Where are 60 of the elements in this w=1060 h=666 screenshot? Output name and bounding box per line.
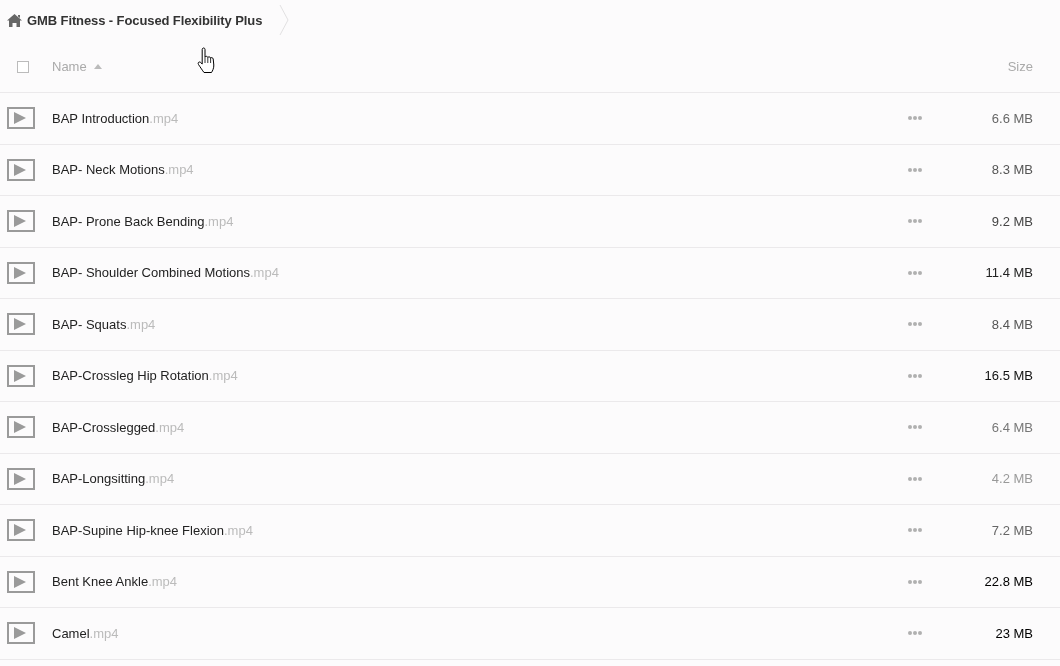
more-options-icon[interactable] <box>908 167 922 172</box>
file-extension: .mp4 <box>224 522 253 538</box>
file-size: 6.4 MB <box>990 419 1033 435</box>
home-icon[interactable] <box>7 13 22 27</box>
more-options-icon[interactable] <box>908 219 922 224</box>
video-play-icon <box>7 364 35 387</box>
file-name[interactable]: BAP Introduction <box>52 110 150 126</box>
file-name[interactable]: Camel <box>52 625 90 641</box>
video-play-icon <box>7 570 35 593</box>
file-size: 11.4 MB <box>984 265 1033 281</box>
video-play-icon <box>7 519 35 542</box>
file-size: 8.3 MB <box>990 162 1033 178</box>
video-play-icon <box>7 467 35 490</box>
more-options-icon[interactable] <box>908 579 922 584</box>
file-name[interactable]: BAP- Shoulder Combined Motions <box>52 265 250 281</box>
file-extension: .mp4 <box>204 213 234 229</box>
hand-cursor-icon <box>197 47 216 74</box>
file-name[interactable]: BAP-Crossleg Hip Rotation <box>52 368 209 384</box>
select-all-checkbox[interactable] <box>17 61 29 73</box>
more-options-icon[interactable] <box>908 425 922 430</box>
more-options-icon[interactable] <box>908 322 922 327</box>
more-options-icon[interactable] <box>908 528 922 533</box>
video-play-icon <box>7 261 35 284</box>
video-play-icon <box>7 622 35 645</box>
file-size: 4.2 MB <box>990 471 1033 487</box>
file-extension: .mp4 <box>164 162 194 178</box>
breadcrumb-chevron-icon <box>279 5 290 35</box>
file-name[interactable]: BAP- Prone Back Bending <box>52 213 205 229</box>
file-size: 7.2 MB <box>990 522 1033 538</box>
more-options-icon[interactable] <box>908 631 922 636</box>
video-play-icon <box>7 158 35 181</box>
file-extension: .mp4 <box>148 574 178 590</box>
file-name[interactable]: BAP-Longsitting <box>52 471 146 487</box>
video-play-icon <box>7 107 35 130</box>
file-size: 9.2 MB <box>990 213 1033 229</box>
file-extension: .mp4 <box>89 625 119 641</box>
file-name[interactable]: BAP-Crosslegged <box>52 419 156 435</box>
file-extension: .mp4 <box>155 419 185 435</box>
more-options-icon[interactable] <box>908 116 922 121</box>
file-size: 23 MB <box>994 625 1033 641</box>
file-extension: .mp4 <box>149 110 179 126</box>
video-play-icon <box>7 210 35 233</box>
file-size: 16.5 MB <box>983 368 1033 384</box>
more-options-icon[interactable] <box>908 270 922 275</box>
more-options-icon[interactable] <box>908 373 922 378</box>
file-extension: .mp4 <box>250 265 279 281</box>
file-extension: .mp4 <box>145 471 175 487</box>
file-name[interactable]: BAP-Supine Hip-knee Flexion <box>52 522 224 538</box>
file-name[interactable]: BAP- Squats <box>52 316 127 332</box>
more-options-icon[interactable] <box>908 476 922 481</box>
file-size: 8.4 MB <box>990 316 1033 332</box>
file-name[interactable]: BAP- Neck Motions <box>52 162 165 178</box>
breadcrumb-folder-link[interactable]: GMB Fitness - Focused Flexibility Plus <box>27 12 263 28</box>
file-size: 22.8 MB <box>983 574 1033 590</box>
file-extension: .mp4 <box>208 368 238 384</box>
file-size: 6.6 MB <box>990 110 1033 126</box>
file-name[interactable]: Bent Knee Ankle <box>52 574 149 590</box>
video-play-icon <box>7 416 35 439</box>
video-play-icon <box>7 313 35 336</box>
file-extension: .mp4 <box>126 316 156 332</box>
